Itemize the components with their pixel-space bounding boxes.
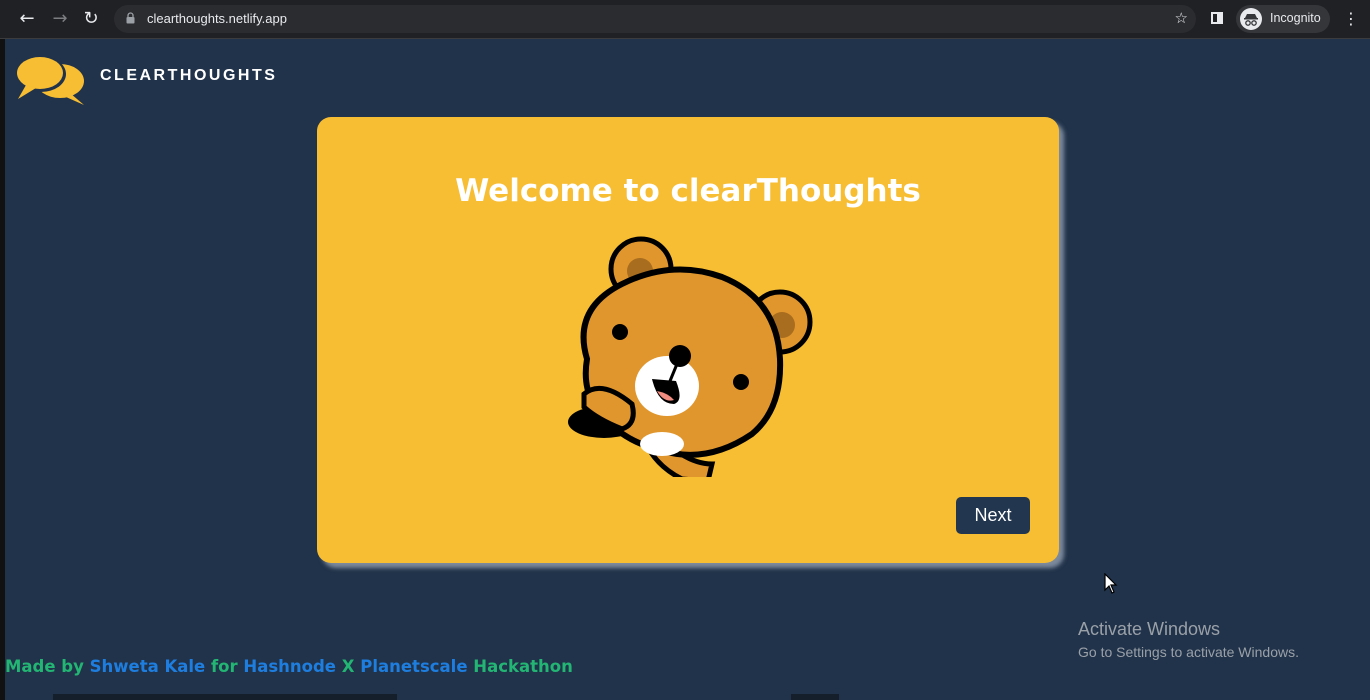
- bear-illustration: [568, 236, 813, 477]
- address-bar[interactable]: clearthoughts.netlify.app ☆: [114, 5, 1196, 33]
- footer-planetscale-link[interactable]: Planetscale: [360, 657, 467, 676]
- next-button[interactable]: Next: [956, 497, 1030, 534]
- reload-icon[interactable]: ↻: [81, 9, 101, 29]
- mouse-cursor-icon: [1104, 573, 1118, 594]
- side-panel-icon[interactable]: [1211, 12, 1223, 24]
- star-icon[interactable]: ☆: [1175, 9, 1188, 27]
- footer-made-by: Made by: [5, 657, 84, 676]
- bottom-bar-segment: [53, 694, 397, 700]
- footer-credits: Made by Shweta Kale for Hashnode X Plane…: [5, 657, 573, 676]
- forward-icon[interactable]: →: [50, 9, 70, 29]
- bottom-bar-segment: [791, 694, 839, 700]
- card-title: Welcome to clearThoughts: [455, 173, 921, 209]
- brand-name[interactable]: CLEARTHOUGHTS: [100, 67, 277, 85]
- page-content: CLEARTHOUGHTS Welcome to clearThoughts N…: [5, 39, 1370, 700]
- activate-windows-subtitle: Go to Settings to activate Windows.: [1078, 644, 1299, 660]
- chat-bubbles-icon[interactable]: [14, 51, 86, 105]
- incognito-icon: [1240, 8, 1262, 30]
- footer-hackathon: Hackathon: [473, 657, 573, 676]
- incognito-label: Incognito: [1270, 11, 1321, 25]
- footer-author-link[interactable]: Shweta Kale: [90, 657, 206, 676]
- menu-icon[interactable]: ⋮: [1343, 9, 1359, 29]
- back-icon[interactable]: ←: [17, 9, 37, 29]
- lock-icon[interactable]: [126, 12, 135, 24]
- footer-for: for: [210, 657, 238, 676]
- url-text: clearthoughts.netlify.app: [147, 11, 287, 26]
- incognito-button[interactable]: Incognito: [1236, 5, 1330, 33]
- browser-toolbar: ← → ↻ clearthoughts.netlify.app ☆ Incogn…: [0, 0, 1370, 39]
- activate-windows-title: Activate Windows: [1078, 619, 1221, 639]
- footer-hashnode-link[interactable]: Hashnode: [243, 657, 336, 676]
- footer-x: X: [341, 657, 355, 676]
- welcome-card: Welcome to clearThoughts Next: [317, 117, 1059, 563]
